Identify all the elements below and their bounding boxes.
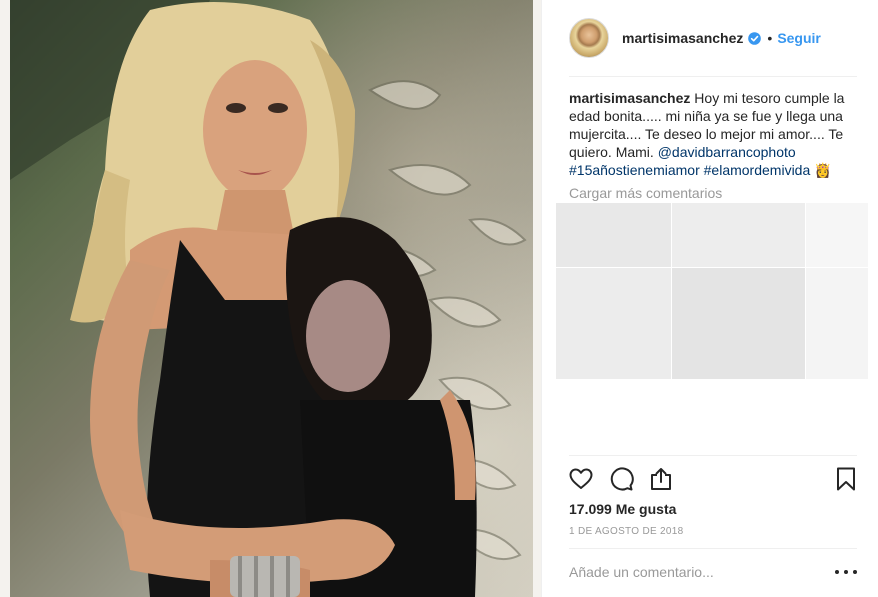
loading-placeholder-grid	[556, 203, 868, 379]
header-divider	[569, 76, 857, 77]
load-more-comments-button[interactable]: Cargar más comentarios	[569, 185, 722, 201]
post-date[interactable]: 1 DE AGOSTO DE 2018	[569, 526, 683, 537]
caption-mention[interactable]: @davidbarrancophoto	[658, 144, 796, 160]
actions-divider	[569, 455, 857, 456]
placeholder-tile	[556, 268, 671, 379]
action-bar	[568, 466, 858, 494]
placeholder-tile	[672, 268, 805, 379]
like-count[interactable]: 17.099 Me gusta	[569, 501, 676, 517]
comment-bubble-icon[interactable]	[608, 466, 634, 497]
bookmark-icon[interactable]	[834, 466, 858, 497]
post-photo[interactable]	[0, 0, 541, 597]
follow-button[interactable]: Seguir	[777, 30, 821, 46]
post-header: martisimasanchez • Seguir	[542, 0, 878, 76]
more-dot	[835, 570, 839, 574]
placeholder-tile	[556, 203, 671, 267]
more-dot	[853, 570, 857, 574]
comment-divider	[569, 548, 857, 549]
post-caption: martisimasanchez Hoy mi tesoro cumple la…	[569, 89, 859, 179]
share-icon[interactable]	[648, 466, 674, 497]
placeholder-tile	[672, 203, 805, 267]
verified-badge-icon	[748, 31, 762, 45]
caption-emoji: 👸	[814, 162, 832, 178]
caption-username[interactable]: martisimasanchez	[569, 90, 690, 106]
caption-hashtag[interactable]: #15añostienemiamor	[569, 162, 700, 178]
placeholder-tile	[806, 203, 868, 267]
photo-illustration	[10, 0, 527, 597]
separator-dot: •	[767, 30, 773, 46]
username-link[interactable]: martisimasanchez	[622, 30, 743, 46]
heart-icon[interactable]	[568, 466, 594, 497]
caption-hashtag[interactable]: #elamordemivida	[704, 162, 811, 178]
more-options-icon[interactable]	[835, 563, 857, 581]
avatar[interactable]	[569, 18, 609, 58]
photo-print	[10, 0, 533, 597]
post-side-panel: martisimasanchez • Seguir martisimasanch…	[541, 0, 878, 597]
more-dot	[844, 570, 848, 574]
placeholder-tile	[806, 268, 868, 379]
comment-input[interactable]	[569, 561, 819, 583]
